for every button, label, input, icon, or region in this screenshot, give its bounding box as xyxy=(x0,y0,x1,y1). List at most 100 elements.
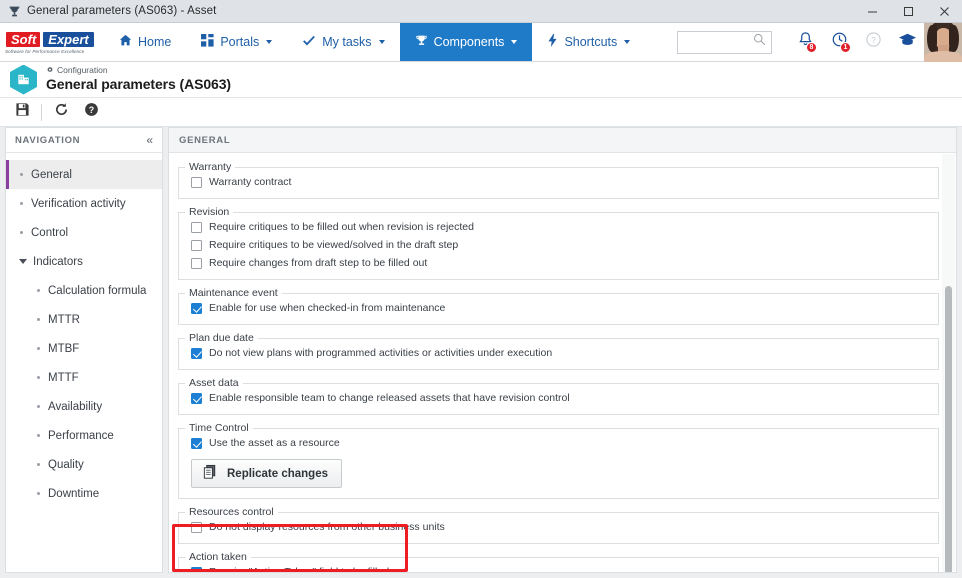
chevron-down-icon xyxy=(19,259,27,264)
softexpert-logo[interactable]: Soft Expert Software for Performance Exc… xyxy=(0,23,104,61)
nav-item-my-tasks[interactable]: My tasks xyxy=(287,23,399,61)
minimize-button[interactable] xyxy=(854,0,890,23)
checkbox-label: Require critiques to be filled out when … xyxy=(209,221,474,233)
checkbox-input[interactable] xyxy=(191,239,202,251)
sidebar-item-label: General xyxy=(31,168,72,181)
checkbox-row-enable-responsible-team[interactable]: Enable responsible team to change releas… xyxy=(179,389,938,407)
checkbox-row-require-action-taken[interactable]: Require "Action Taken" field to be fille… xyxy=(179,563,938,572)
nav-item-portals[interactable]: Portals xyxy=(186,23,287,61)
notifications-badge: 8 xyxy=(806,41,817,53)
alerts-button[interactable]: 1 xyxy=(822,23,856,62)
nav-item-home[interactable]: Home xyxy=(104,23,186,61)
breadcrumb: Configuration xyxy=(46,66,231,76)
chevron-down-icon xyxy=(378,40,385,44)
checkbox-label: Do not view plans with programmed activi… xyxy=(209,347,553,359)
nav-item-label: My tasks xyxy=(322,35,372,49)
checkbox-row-require-changes-draft[interactable]: Require changes from draft step to be fi… xyxy=(179,254,938,272)
sidebar-item-availability[interactable]: Availability xyxy=(6,392,162,421)
check-icon xyxy=(302,34,316,50)
group-legend: Maintenance event xyxy=(189,287,278,299)
checkbox-label: Do not display resources from other busi… xyxy=(209,521,445,533)
sidebar-item-label: Calculation formula xyxy=(48,284,147,297)
sidebar-item-mttf[interactable]: MTTF xyxy=(6,363,162,392)
replicate-changes-button[interactable]: Replicate changes xyxy=(191,459,342,488)
sidebar-item-calculation-formula[interactable]: Calculation formula xyxy=(6,276,162,305)
sidebar-item-label: Indicators xyxy=(33,255,83,268)
sidebar-item-label: Control xyxy=(31,226,69,239)
help-button[interactable]: ? xyxy=(76,99,106,125)
nav-item-label: Shortcuts xyxy=(564,35,618,49)
main-scrollbar-track[interactable] xyxy=(942,154,955,572)
checkbox-input[interactable] xyxy=(191,302,202,314)
checkbox-input[interactable] xyxy=(191,566,202,572)
bullet-icon xyxy=(37,492,40,495)
sidebar-item-performance[interactable]: Performance xyxy=(6,421,162,450)
home-icon xyxy=(119,34,132,50)
checkbox-row-enable-checked-in[interactable]: Enable for use when checked-in from main… xyxy=(179,299,938,317)
checkbox-input[interactable] xyxy=(191,221,202,233)
refresh-button[interactable] xyxy=(46,99,76,125)
window-title: General parameters (AS063) - Asset xyxy=(27,5,217,17)
group-legend: Resources control xyxy=(189,506,274,518)
close-button[interactable] xyxy=(926,0,962,23)
help-nav-button[interactable]: ? xyxy=(856,23,890,62)
group-legend: Time Control xyxy=(189,422,249,434)
checkbox-row-require-critiques-rejected[interactable]: Require critiques to be filled out when … xyxy=(179,218,938,236)
group-legend: Asset data xyxy=(189,377,239,389)
sidebar-item-label: Verification activity xyxy=(31,197,126,210)
nav-item-shortcuts[interactable]: Shortcuts xyxy=(532,23,645,61)
checkbox-label: Warranty contract xyxy=(209,176,292,188)
svg-text:?: ? xyxy=(871,35,876,45)
logo-text-expert: Expert xyxy=(42,30,95,48)
checkbox-input[interactable] xyxy=(191,521,202,533)
user-avatar[interactable] xyxy=(924,22,962,62)
academy-button[interactable] xyxy=(890,23,924,62)
chevron-double-left-icon[interactable]: « xyxy=(146,134,153,146)
group-action-taken: Action taken Require "Action Taken" fiel… xyxy=(178,551,939,572)
checkbox-input[interactable] xyxy=(191,347,202,359)
save-button[interactable] xyxy=(7,99,37,125)
checkbox-input[interactable] xyxy=(191,392,202,404)
nav-item-components[interactable]: Components xyxy=(399,23,533,61)
trophy-icon xyxy=(7,4,21,18)
checkbox-input[interactable] xyxy=(191,437,202,449)
checkbox-row-require-critiques-draft[interactable]: Require critiques to be viewed/solved in… xyxy=(179,236,938,254)
sidebar-item-general[interactable]: General xyxy=(6,160,162,189)
replicate-changes-label: Replicate changes xyxy=(227,467,328,480)
group-maintenance-event: Maintenance event Enable for use when ch… xyxy=(178,287,939,325)
checkbox-input[interactable] xyxy=(191,257,202,269)
checkbox-row-warranty-contract[interactable]: Warranty contract xyxy=(179,173,938,191)
avatar-hair-left xyxy=(927,24,937,52)
search-input[interactable] xyxy=(683,36,753,48)
sidebar-item-label: Availability xyxy=(48,400,103,413)
search-box[interactable] xyxy=(677,30,772,54)
alerts-badge: 1 xyxy=(840,41,851,53)
checkbox-row-do-not-view-plans[interactable]: Do not view plans with programmed activi… xyxy=(179,344,938,362)
maximize-button[interactable] xyxy=(890,0,926,23)
help-icon: ? xyxy=(84,102,99,122)
checkbox-label: Enable responsible team to change releas… xyxy=(209,392,570,404)
sidebar-item-control[interactable]: Control xyxy=(6,218,162,247)
navigation-sidebar: NAVIGATION « General Verification activi… xyxy=(5,127,163,573)
nav-item-label: Home xyxy=(138,35,172,49)
sidebar-item-quality[interactable]: Quality xyxy=(6,450,162,479)
help-circle-icon: ? xyxy=(865,31,882,53)
sidebar-item-indicators[interactable]: Indicators xyxy=(6,247,162,276)
notifications-button[interactable]: 8 xyxy=(788,23,822,62)
sidebar-item-verification-activity[interactable]: Verification activity xyxy=(6,189,162,218)
bullet-icon xyxy=(20,173,23,176)
checkbox-input[interactable] xyxy=(191,176,202,188)
checkbox-row-do-not-display-resources[interactable]: Do not display resources from other busi… xyxy=(179,518,938,536)
checkbox-row-use-asset-as-resource[interactable]: Use the asset as a resource xyxy=(179,434,938,452)
sidebar-header: NAVIGATION « xyxy=(6,128,162,153)
main-scrollbar-thumb[interactable] xyxy=(945,286,952,572)
breadcrumb-label: Configuration xyxy=(57,65,108,76)
sidebar-item-mttr[interactable]: MTTR xyxy=(6,305,162,334)
sidebar-item-downtime[interactable]: Downtime xyxy=(6,479,162,508)
sidebar-item-label: MTBF xyxy=(48,342,80,355)
general-settings-form: Warranty Warranty contract Revision Requ… xyxy=(169,153,956,572)
sidebar-item-mtbf[interactable]: MTBF xyxy=(6,334,162,363)
logo-tagline: Software for Performance Excellence xyxy=(5,48,85,54)
bullet-icon xyxy=(20,202,23,205)
bullet-icon xyxy=(37,463,40,466)
